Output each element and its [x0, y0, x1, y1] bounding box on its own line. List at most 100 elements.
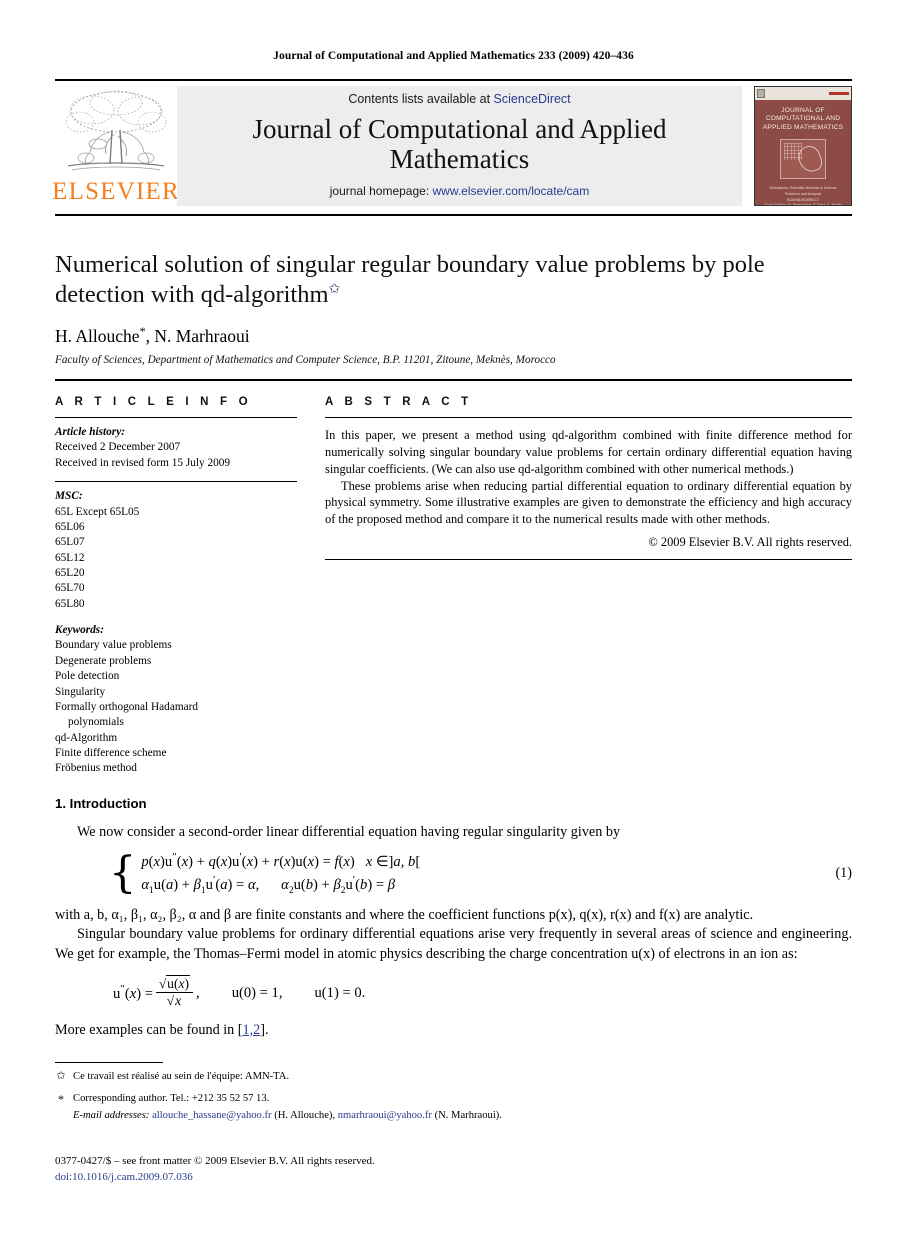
cover-publisher-mark-icon [757, 89, 765, 98]
equation-1-line-1: p(x)u″(x) + q(x)u′(x) + r(x)u(x) = f(x) … [141, 851, 421, 871]
cover-accent-bar [829, 92, 849, 95]
contents-list-line: Contents lists available at ScienceDirec… [348, 92, 570, 106]
cover-footer: SCIENCEDIRECT [755, 195, 851, 202]
equation-2-lhs: u″(x) = [113, 983, 153, 1003]
keyword-item: Fröbenius method [55, 762, 137, 775]
keywords-block: Keywords: Boundary value problems Degene… [55, 623, 297, 777]
masthead-bottom-rule [55, 214, 852, 216]
journal-cover-thumbnail[interactable]: JOURNAL OF COMPUTATIONAL AND APPLIED MAT… [754, 86, 852, 206]
intro-paragraph-4: More examples can be found in [1,2]. [55, 1021, 852, 1041]
msc-item: 65L Except 65L05 [55, 505, 140, 518]
footnote-text: Corresponding author. Tel.: +212 35 52 5… [73, 1092, 270, 1104]
introduction-section: 1. Introduction We now consider a second… [55, 796, 852, 1041]
journal-title-line1: Journal of Computational and Applied [252, 113, 667, 144]
msc-item: 65L80 [55, 597, 85, 610]
keyword-item: Formally orthogonal Hadamard [55, 700, 199, 713]
msc-block: MSC: 65L Except 65L05 65L06 65L07 65L12 … [55, 489, 297, 612]
colophon-front-matter: 0377-0427/$ – see front matter © 2009 El… [55, 1155, 375, 1168]
journal-title-line2: Mathematics [389, 144, 530, 174]
keyword-item: Finite difference scheme [55, 746, 167, 759]
title-bottom-rule [55, 379, 852, 382]
keyword-item: Boundary value problems [55, 639, 172, 652]
email-addresses-label: E-mail addresses: [73, 1110, 150, 1122]
abstract-paragraph-2: These problems arise when reducing parti… [325, 478, 852, 527]
section-heading-introduction: 1. Introduction [55, 795, 147, 811]
msc-item: 65L12 [55, 551, 85, 564]
article-history-item: Received in revised form 15 July 2009 [55, 456, 231, 469]
contents-prefix-text: Contents lists available at [348, 91, 494, 106]
elsevier-logo: ELSEVIER [52, 86, 180, 206]
elsevier-wordmark: ELSEVIER [52, 178, 180, 205]
equation-1-cases: { p(x)u″(x) + q(x)u′(x) + r(x)u(x) = f(x… [109, 851, 420, 896]
msc-item: 65L06 [55, 520, 85, 533]
equation-1-row: { p(x)u″(x) + q(x)u′(x) + r(x)u(x) = f(x… [55, 851, 852, 896]
keyword-item: qd-Algorithm [55, 731, 118, 744]
abstract-paragraph-1: In this paper, we present a method using… [325, 428, 852, 476]
info-abstract-columns: A R T I C L E I N F O Article history: R… [55, 396, 852, 777]
elsevier-tree-icon [65, 90, 167, 171]
citation-link-1-2[interactable]: 1,2 [243, 1022, 261, 1038]
equation-1-lines: p(x)u″(x) + q(x)u′(x) + r(x)u(x) = f(x) … [141, 851, 420, 896]
article-history-label: Article history: [55, 426, 125, 439]
footnote-text: Ce travail est réalisé au sein de l'équi… [73, 1071, 290, 1083]
equation-2-condition-2: u(1) = 0. [314, 984, 366, 1001]
abstract-column: A B S T R A C T In this paper, we presen… [325, 396, 852, 777]
keyword-item-continuation: polynomials [68, 716, 124, 729]
email-link-allouche[interactable]: allouche_hassane@yahoo.fr [152, 1110, 271, 1121]
article-info-rule [55, 417, 297, 419]
equation-2-fraction: √u(x) √x [156, 974, 194, 1009]
equation-2-denominator: √x [156, 991, 194, 1009]
keyword-item: Pole detection [55, 670, 120, 683]
intro-paragraph-2: with a, b, α₁, β₁, α₂, β₂, α and β are f… [55, 906, 754, 923]
email-link-marhraoui[interactable]: nmarhraoui@yahoo.fr [338, 1110, 432, 1121]
author-2: , N. Marhraoui [145, 326, 250, 347]
email-footnote: E-mail addresses: allouche_hassane@yahoo… [55, 1110, 852, 1121]
footnote-marker-asterisk: * [58, 1091, 64, 1106]
keywords-label: Keywords: [55, 624, 104, 637]
journal-homepage-line: journal homepage: www.elsevier.com/locat… [330, 184, 589, 198]
email-name-2: (N. Marhraoui). [431, 1110, 502, 1122]
title-footnote-marker[interactable]: ✩ [329, 281, 341, 296]
doi-line[interactable]: doi:10.1016/j.cam.2009.07.036 [55, 1170, 375, 1186]
sciencedirect-link[interactable]: ScienceDirect [494, 92, 571, 106]
homepage-prefix-text: journal homepage: [329, 184, 433, 199]
cover-title: JOURNAL OF COMPUTATIONAL AND APPLIED MAT… [762, 107, 844, 131]
abstract-bottom-rule [325, 558, 852, 560]
keyword-item: Singularity [55, 685, 106, 698]
msc-item: 65L70 [55, 582, 85, 595]
email-name-1: (H. Allouche), [271, 1110, 338, 1122]
affiliation: Faculty of Sciences, Department of Mathe… [55, 354, 556, 367]
title-block: Numerical solution of singular regular b… [55, 250, 852, 366]
running-head: Journal of Computational and Applied Mat… [273, 50, 634, 62]
msc-item: 65L07 [55, 536, 85, 549]
article-history-item: Received 2 December 2007 [55, 441, 181, 454]
msc-item: 65L20 [55, 566, 85, 579]
page-title: Numerical solution of singular regular b… [55, 250, 852, 309]
author-list: H. Allouche*, N. Marhraoui [55, 324, 852, 347]
article-history-block: Article history: Received 2 December 200… [55, 425, 297, 471]
journal-homepage-link[interactable]: www.elsevier.com/locate/cam [433, 184, 590, 198]
equation-2-condition-1: u(0) = 1, [231, 984, 283, 1001]
journal-banner: Contents lists available at ScienceDirec… [177, 86, 742, 206]
equation-2-numerator: √u(x) [159, 974, 191, 991]
cover-artwork [780, 139, 826, 180]
cover-sciencedirect-mark: SCIENCEDIRECT [786, 197, 820, 202]
intro-paragraph-3: Singular boundary value problems for ord… [55, 926, 852, 963]
equation-1-line-2: α1u(a) + β1u′(a) = α, α2u(b) + β2u′(b) =… [141, 874, 396, 896]
article-info-column: A R T I C L E I N F O Article history: R… [55, 396, 297, 777]
abstract-heading: A B S T R A C T [325, 396, 473, 409]
abstract-text: In this paper, we present a method using… [325, 427, 852, 528]
abstract-copyright: © 2009 Elsevier B.V. All rights reserved… [648, 534, 852, 549]
article-info-heading: A R T I C L E I N F O [55, 396, 252, 409]
author-1: H. Allouche [55, 326, 140, 347]
footnote-marker-star-open: ✩ [56, 1070, 66, 1083]
intro-paragraph-1: We now consider a second-order linear di… [77, 823, 621, 840]
more-examples-suffix: ]. [260, 1021, 269, 1038]
abstract-rule [325, 417, 852, 419]
footnote-item: * Corresponding author. Tel.: +212 35 52… [55, 1091, 852, 1108]
more-examples-prefix: More examples can be found in [ [55, 1021, 243, 1038]
colophon: 0377-0427/$ – see front matter © 2009 El… [55, 1154, 375, 1186]
msc-label: MSC: [55, 490, 83, 503]
equation-1-body: { p(x)u″(x) + q(x)u′(x) + r(x)u(x) = f(x… [55, 851, 812, 896]
